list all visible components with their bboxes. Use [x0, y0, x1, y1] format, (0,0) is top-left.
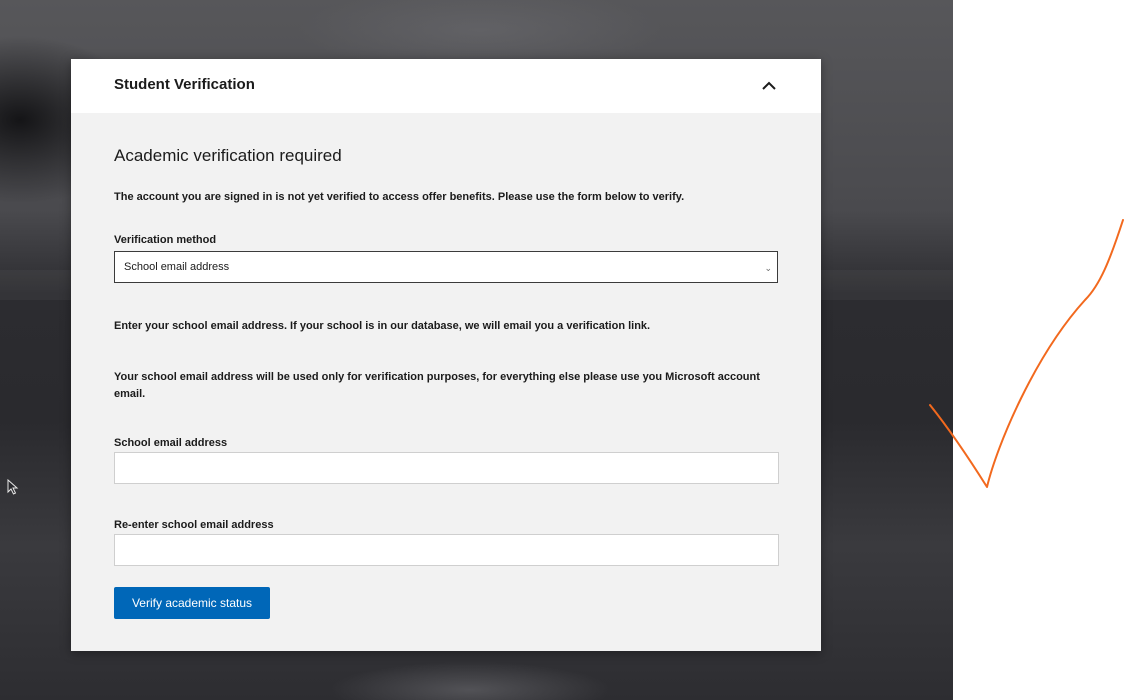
selected-method: School email address: [124, 261, 230, 273]
panel-title: Student Verification: [114, 76, 255, 93]
student-verification-panel: Student Verification Academic verificati…: [71, 59, 821, 651]
verification-method-label: Verification method: [114, 234, 217, 246]
form-heading: Academic verification required: [114, 146, 342, 165]
privacy-note: Your school email address will be used o…: [114, 371, 760, 400]
reenter-email-label: Re-enter school email address: [114, 519, 274, 531]
chevron-down-icon: ⌄: [764, 263, 772, 273]
checkmark-icon: [929, 219, 1124, 488]
school-email-input[interactable]: [114, 452, 779, 484]
verify-academic-status-button[interactable]: Verify academic status: [114, 587, 270, 619]
instructions-text: Enter your school email address. If your…: [114, 320, 651, 332]
verification-method-select[interactable]: School email address ⌄: [114, 251, 778, 283]
chevron-up-icon[interactable]: [759, 79, 779, 93]
verification-notice: The account you are signed in is not yet…: [114, 191, 685, 203]
panel-header[interactable]: Student Verification: [71, 59, 821, 113]
mouse-pointer-icon: [7, 479, 19, 495]
reenter-email-input[interactable]: [114, 534, 779, 566]
school-email-label: School email address: [114, 437, 228, 449]
